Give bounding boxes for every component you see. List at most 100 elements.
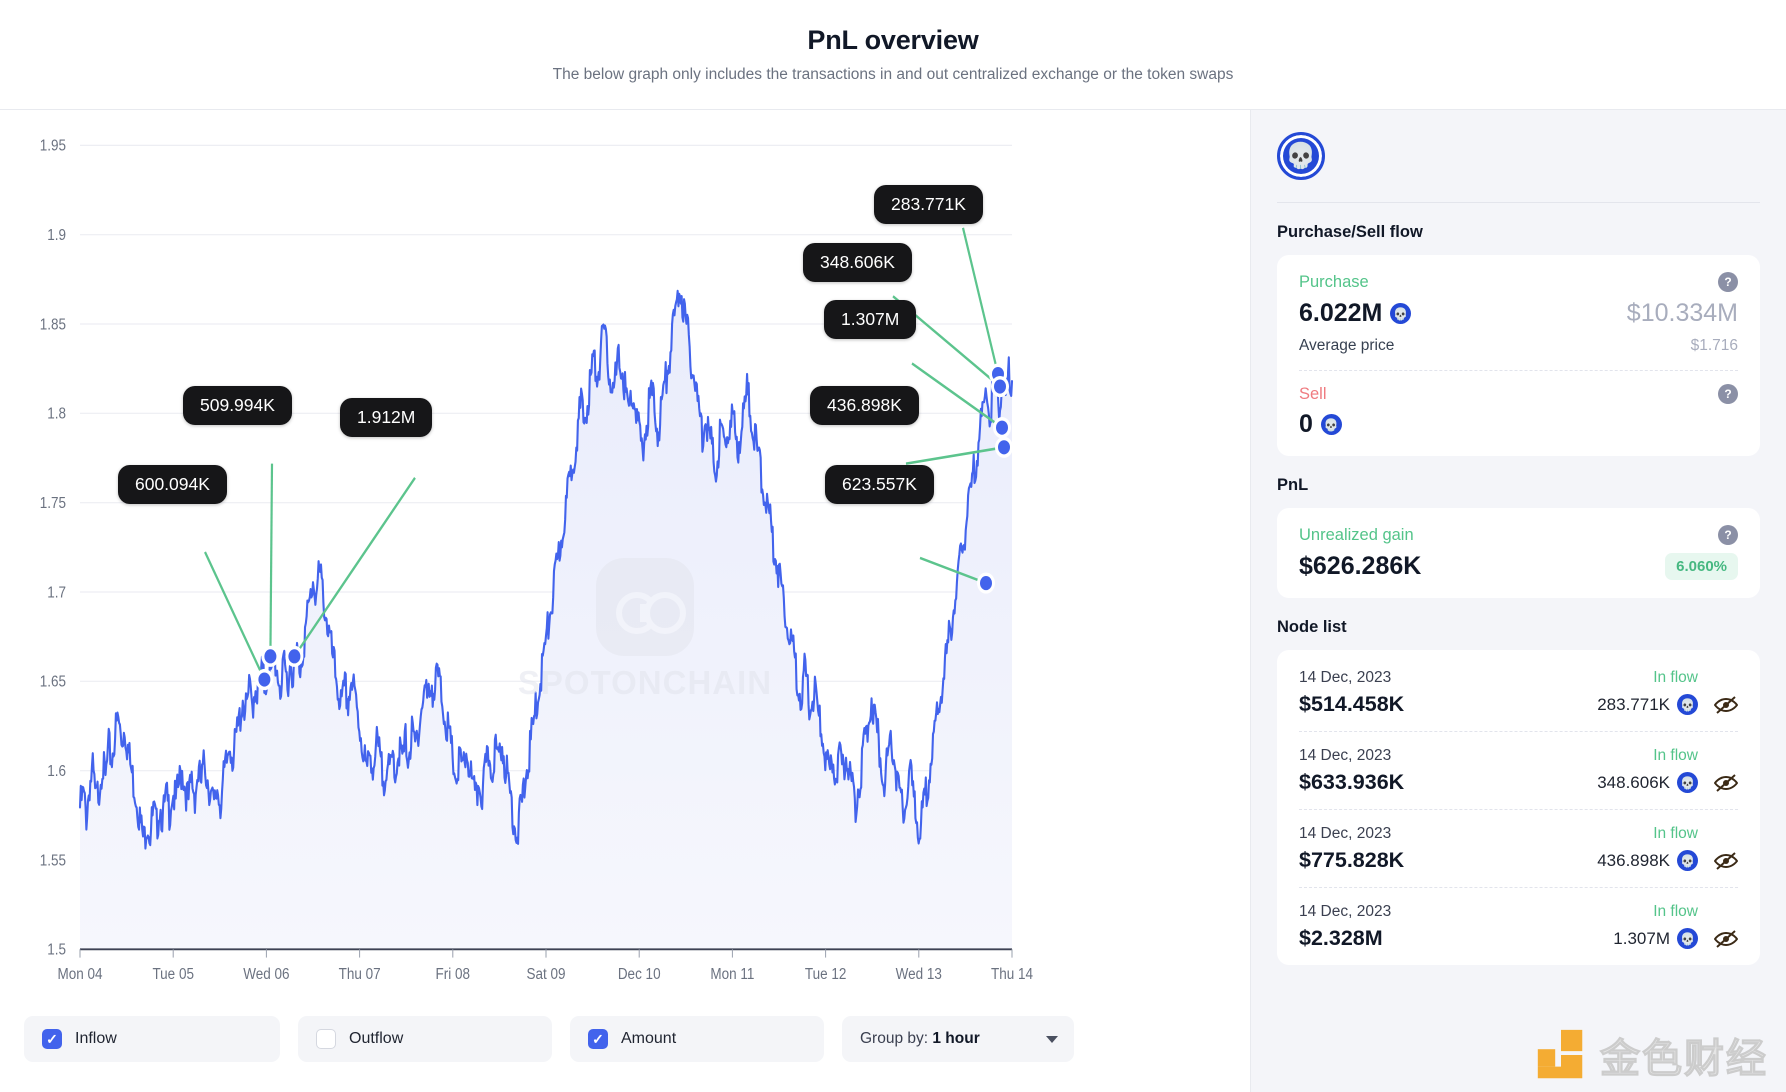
card-divider <box>1299 370 1738 371</box>
svg-text:Sat 09: Sat 09 <box>526 966 565 983</box>
svg-text:1.5: 1.5 <box>47 942 66 959</box>
page-body: 1.5 1.55 1.6 1.65 1.7 1.75 1.8 1.85 1.9 1.95 Mon … <box>0 110 1786 1092</box>
outflow-label: Outflow <box>349 1030 404 1047</box>
amount-checkbox[interactable] <box>588 1029 608 1049</box>
svg-text:Thu 07: Thu 07 <box>339 966 381 983</box>
purchase-usd: $10.334M <box>1626 299 1738 327</box>
node-tokens: 436.898K <box>1597 850 1670 870</box>
annotation-tooltip-4[interactable]: 348.606K <box>803 243 912 282</box>
node-tokens: 348.606K <box>1597 772 1670 792</box>
annotation-tooltip-6[interactable]: 436.898K <box>810 386 919 425</box>
svg-text:Dec 10: Dec 10 <box>618 966 661 983</box>
page-title: PnL overview <box>807 25 979 55</box>
divider <box>1277 202 1760 203</box>
chart-pane: 1.5 1.55 1.6 1.65 1.7 1.75 1.8 1.85 1.9 1.95 Mon … <box>0 110 1250 1092</box>
annotation-tooltip-0[interactable]: 600.094K <box>118 465 227 504</box>
jinse-finance-watermark: 金色财经 <box>1532 1026 1768 1084</box>
node-list-section-title: Node list <box>1277 618 1347 636</box>
svg-text:Mon 11: Mon 11 <box>710 966 754 983</box>
svg-text:1.8: 1.8 <box>47 406 66 423</box>
svg-text:1.85: 1.85 <box>40 316 66 333</box>
toggle-amount[interactable]: Amount <box>570 1016 824 1062</box>
help-icon-purchase[interactable]: ? <box>1718 272 1738 292</box>
node-usd: $775.828K <box>1299 848 1405 872</box>
toggle-inflow[interactable]: Inflow <box>24 1016 280 1062</box>
pnl-overview-page: PnL overview The below graph only includ… <box>0 0 1786 1092</box>
unrealized-gain-label: Unrealized gain <box>1299 525 1414 544</box>
jinse-logo-icon <box>1537 1029 1583 1079</box>
outflow-checkbox[interactable] <box>316 1029 336 1049</box>
eye-off-icon[interactable] <box>1714 695 1738 714</box>
purchase-label: Purchase <box>1299 272 1369 291</box>
annotation-tooltip-7[interactable]: 623.557K <box>825 465 934 504</box>
inflow-checkbox[interactable] <box>42 1029 62 1049</box>
annotation-marker[interactable] <box>264 649 277 664</box>
token-coin-icon-row: 💀 <box>1677 928 1698 949</box>
amount-label: Amount <box>621 1030 677 1047</box>
node-date: 14 Dec, 2023 <box>1299 669 1392 686</box>
inflow-label: Inflow <box>75 1030 117 1047</box>
svg-text:1.95: 1.95 <box>40 138 66 155</box>
help-icon-sell[interactable]: ? <box>1718 384 1738 404</box>
page-subtitle: The below graph only includes the transa… <box>552 66 1234 83</box>
annotation-marker[interactable] <box>288 649 301 664</box>
node-date: 14 Dec, 2023 <box>1299 903 1392 920</box>
node-usd: $633.936K <box>1299 770 1405 794</box>
node-date: 14 Dec, 2023 <box>1299 825 1392 842</box>
node-flow: In flow <box>1653 903 1698 920</box>
node-flow: In flow <box>1653 825 1698 842</box>
svg-text:1.75: 1.75 <box>40 495 66 512</box>
node-flow: In flow <box>1653 669 1698 686</box>
pnl-section-title: PnL <box>1277 476 1309 494</box>
help-icon-gain[interactable]: ? <box>1718 525 1738 545</box>
list-item[interactable]: 14 Dec, 2023 In flow $775.828K 436.898K … <box>1299 809 1738 887</box>
svg-text:Wed 13: Wed 13 <box>896 966 942 983</box>
node-usd: $514.458K <box>1299 692 1405 716</box>
svg-text:Fri 08: Fri 08 <box>436 966 471 983</box>
average-price-value: $1.716 <box>1690 337 1738 354</box>
list-item[interactable]: 14 Dec, 2023 In flow $633.936K 348.606K … <box>1299 731 1738 809</box>
chart-canvas: 1.5 1.55 1.6 1.65 1.7 1.75 1.8 1.85 1.9 1.95 Mon … <box>40 138 1033 983</box>
node-tokens: 283.771K <box>1597 694 1670 714</box>
svg-text:1.65: 1.65 <box>40 674 66 691</box>
svg-text:Wed 06: Wed 06 <box>243 966 289 983</box>
annotation-tooltip-1[interactable]: 509.994K <box>183 386 292 425</box>
annotation-marker[interactable] <box>998 440 1010 455</box>
price-chart[interactable]: 1.5 1.55 1.6 1.65 1.7 1.75 1.8 1.85 1.9 1.95 Mon … <box>0 110 1250 1000</box>
annotation-tooltip-5[interactable]: 1.307M <box>824 300 917 339</box>
annotation-tooltip-2[interactable]: 1.912M <box>340 398 433 437</box>
eye-off-icon[interactable] <box>1714 929 1738 948</box>
purchase-sell-card: Purchase ? 6.022M 💀 $10.334M Average pri… <box>1277 255 1760 456</box>
list-item[interactable]: 14 Dec, 2023 In flow $514.458K 283.771K … <box>1299 654 1738 731</box>
sell-amount: 0 <box>1299 410 1313 438</box>
eye-off-icon[interactable] <box>1714 773 1738 792</box>
node-usd: $2.328M <box>1299 926 1383 950</box>
chevron-down-icon[interactable] <box>1046 1035 1058 1043</box>
annotation-marker[interactable] <box>996 420 1008 435</box>
node-tokens: 1.307M <box>1613 928 1670 948</box>
token-coin-icon-row: 💀 <box>1677 772 1698 793</box>
node-date: 14 Dec, 2023 <box>1299 747 1392 764</box>
svg-text:1.9: 1.9 <box>47 227 66 244</box>
svg-text:1.7: 1.7 <box>47 584 66 601</box>
pnl-card: Unrealized gain ? $626.286K 6.060% <box>1277 508 1760 598</box>
eye-off-icon[interactable] <box>1714 851 1738 870</box>
annotation-marker[interactable] <box>980 575 992 591</box>
token-coin-icon-sell: 💀 <box>1320 414 1342 435</box>
annotation-marker[interactable] <box>258 672 271 687</box>
chart-controls: Inflow Outflow Amount Group by: 1 hour <box>0 1000 1250 1092</box>
toggle-outflow[interactable]: Outflow <box>298 1016 552 1062</box>
group-by-prefix: Group by: <box>860 1030 929 1047</box>
svg-text:Tue 05: Tue 05 <box>152 966 194 983</box>
list-item[interactable]: 14 Dec, 2023 In flow $2.328M 1.307M 💀 <box>1299 887 1738 965</box>
token-coin-icon-row: 💀 <box>1677 694 1698 715</box>
purchase-sell-section-title: Purchase/Sell flow <box>1277 223 1423 241</box>
annotation-marker[interactable] <box>994 379 1006 394</box>
gain-percent-badge: 6.060% <box>1665 553 1738 580</box>
group-by-dropdown[interactable]: Group by: 1 hour <box>842 1016 1074 1062</box>
x-axis-ticks: Mon 04 Tue 05 Wed 06 Thu 07 Fri 08 Sat 09 Dec … <box>57 949 1033 983</box>
svg-text:1.55: 1.55 <box>40 852 66 869</box>
annotation-tooltip-3[interactable]: 283.771K <box>874 185 983 224</box>
page-header: PnL overview The below graph only includ… <box>0 0 1786 110</box>
details-sidebar: 💀 Purchase/Sell flow Purchase ? 6.022M 💀… <box>1250 110 1786 1092</box>
